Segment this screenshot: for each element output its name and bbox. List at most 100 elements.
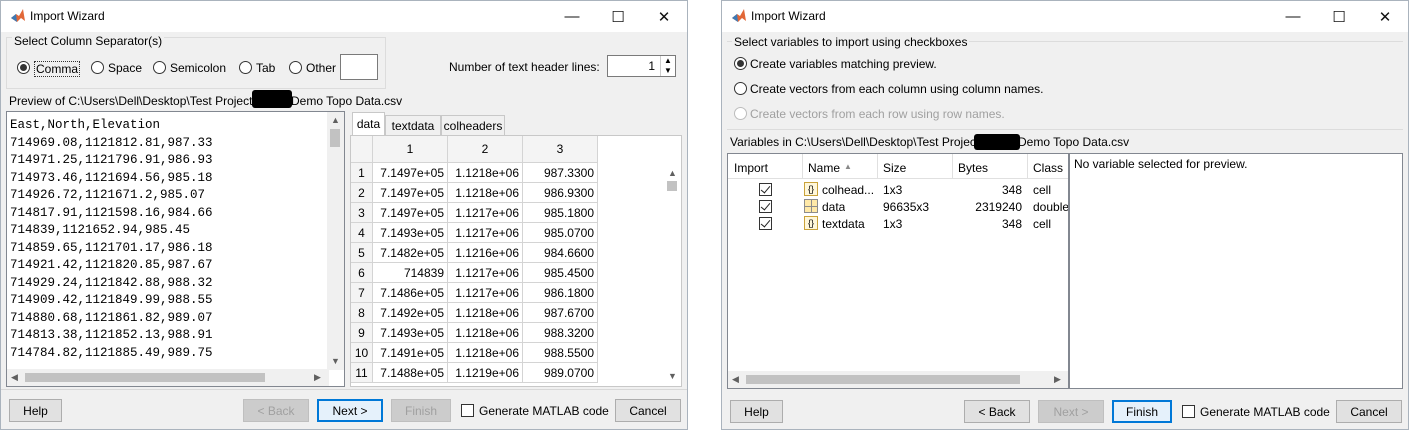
back-button[interactable]: < Back [964, 400, 1030, 423]
grid-row-header[interactable]: 3 [351, 203, 373, 223]
scroll-right-icon[interactable]: ▶ [314, 372, 321, 383]
grid-cell[interactable]: 986.1800 [523, 283, 598, 303]
col-bytes[interactable]: Bytes [958, 161, 988, 175]
scroll-left-icon[interactable]: ◀ [11, 372, 18, 383]
option-column-vectors[interactable]: Create vectors from each column using co… [732, 80, 1072, 98]
grid-cell[interactable]: 985.0700 [523, 223, 598, 243]
grid-row-header[interactable]: 8 [351, 303, 373, 323]
separator-other-option[interactable]: Other [288, 59, 340, 77]
grid-cell[interactable]: 1.1219e+06 [448, 363, 523, 383]
grid-cell[interactable]: 1.1218e+06 [448, 163, 523, 183]
import-checkbox[interactable] [759, 200, 772, 213]
space-radio[interactable] [91, 61, 104, 74]
col-name[interactable]: Name [808, 161, 840, 175]
grid-cell[interactable]: 1.1216e+06 [448, 243, 523, 263]
grid-cell[interactable]: 7.1486e+05 [373, 283, 448, 303]
title-bar[interactable]: Import Wizard — ☐ ✕ [1, 1, 687, 32]
grid-cell[interactable]: 1.1218e+06 [448, 303, 523, 323]
variable-row[interactable]: {} textdata 1x3 348 cell [728, 215, 1068, 232]
close-icon[interactable]: ✕ [1362, 1, 1408, 32]
tab-radio[interactable] [239, 61, 252, 74]
scroll-up-icon[interactable]: ▲ [331, 115, 340, 125]
variable-row[interactable]: data 96635x3 2319240 double [728, 198, 1068, 215]
grid-cell[interactable]: 989.0700 [523, 363, 598, 383]
back-button[interactable]: < Back [243, 399, 309, 422]
grid-column-header[interactable]: 3 [523, 136, 598, 163]
variables-horizontal-scrollbar[interactable]: ◀ ▶ [728, 371, 1068, 388]
col-import[interactable]: Import [734, 161, 768, 175]
col-size[interactable]: Size [883, 161, 906, 175]
grid-column-header[interactable]: 1 [373, 136, 448, 163]
grid-column-header[interactable]: 2 [448, 136, 523, 163]
grid-cell[interactable]: 1.1218e+06 [448, 343, 523, 363]
semicolon-radio[interactable] [153, 61, 166, 74]
option-matching-preview[interactable]: Create variables matching preview. [732, 55, 1032, 73]
grid-cell[interactable]: 1.1218e+06 [448, 323, 523, 343]
grid-row-header[interactable]: 1 [351, 163, 373, 183]
grid-cell[interactable]: 1.1217e+06 [448, 203, 523, 223]
grid-row-header[interactable]: 4 [351, 223, 373, 243]
minimize-icon[interactable]: — [1270, 1, 1316, 32]
maximize-icon[interactable]: ☐ [595, 1, 641, 32]
cancel-button[interactable]: Cancel [1336, 400, 1402, 423]
grid-cell[interactable]: 1.1218e+06 [448, 183, 523, 203]
grid-cell[interactable]: 985.1800 [523, 203, 598, 223]
title-bar[interactable]: Import Wizard — ☐ ✕ [722, 1, 1408, 32]
row-vectors-radio[interactable] [734, 107, 747, 120]
grid-cell[interactable]: 1.1217e+06 [448, 283, 523, 303]
next-button[interactable]: Next > [1038, 400, 1104, 423]
grid-row-header[interactable]: 9 [351, 323, 373, 343]
grid-cell[interactable]: 984.6600 [523, 243, 598, 263]
generate-code-option[interactable]: Generate MATLAB code [461, 402, 611, 420]
grid-cell[interactable]: 7.1493e+05 [373, 323, 448, 343]
other-radio[interactable] [289, 61, 302, 74]
help-button[interactable]: Help [9, 399, 62, 422]
generate-code-checkbox[interactable] [461, 404, 474, 417]
grid-row-header[interactable]: 11 [351, 363, 373, 383]
grid-row-header[interactable]: 10 [351, 343, 373, 363]
separator-space-option[interactable]: Space [90, 59, 150, 77]
import-checkbox[interactable] [759, 183, 772, 196]
header-lines-spinner[interactable]: 1 ▲ ▼ [607, 55, 676, 77]
generate-code-option[interactable]: Generate MATLAB code [1182, 403, 1332, 421]
other-separator-input[interactable] [340, 54, 378, 80]
matching-preview-radio[interactable] [734, 57, 747, 70]
cancel-button[interactable]: Cancel [615, 399, 681, 422]
grid-cell[interactable]: 7.1492e+05 [373, 303, 448, 323]
scroll-left-icon[interactable]: ◀ [732, 374, 739, 385]
grid-cell[interactable]: 1.1217e+06 [448, 263, 523, 283]
tab-data[interactable]: data [352, 112, 385, 135]
grid-cell[interactable]: 986.9300 [523, 183, 598, 203]
finish-button[interactable]: Finish [391, 399, 451, 422]
separator-tab-option[interactable]: Tab [238, 59, 284, 77]
grid-cell[interactable]: 7.1497e+05 [373, 163, 448, 183]
grid-cell[interactable]: 988.3200 [523, 323, 598, 343]
data-grid[interactable]: 1 2 3 1 7.1497e+05 1.1218e+06 987.3300 2 7.1497e… [350, 135, 682, 387]
grid-cell[interactable]: 714839 [373, 263, 448, 283]
h-scroll-thumb[interactable] [746, 375, 1020, 384]
help-button[interactable]: Help [730, 400, 783, 423]
next-button[interactable]: Next > [317, 399, 383, 422]
grid-cell[interactable]: 987.3300 [523, 163, 598, 183]
grid-row-header[interactable]: 2 [351, 183, 373, 203]
comma-radio[interactable] [17, 61, 30, 74]
spinner-down-icon[interactable]: ▼ [660, 66, 675, 76]
preview-horizontal-scrollbar[interactable]: ◀ ▶ [7, 369, 329, 386]
scroll-down-icon[interactable]: ▼ [331, 356, 340, 366]
grid-row-header[interactable]: 7 [351, 283, 373, 303]
tab-colheaders[interactable]: colheaders [441, 115, 505, 136]
grid-vertical-scrollbar[interactable]: ▲ ▼ [664, 136, 681, 386]
scroll-thumb[interactable] [330, 129, 340, 147]
column-vectors-radio[interactable] [734, 82, 747, 95]
h-scroll-thumb[interactable] [25, 373, 265, 382]
maximize-icon[interactable]: ☐ [1316, 1, 1362, 32]
grid-cell[interactable]: 1.1217e+06 [448, 223, 523, 243]
tab-textdata[interactable]: textdata [385, 115, 441, 136]
col-class[interactable]: Class [1033, 161, 1063, 175]
separator-semicolon-option[interactable]: Semicolon [152, 59, 232, 77]
text-preview-pane[interactable]: East,North,Elevation 714969.08,1121812.81… [6, 111, 345, 387]
variable-row[interactable]: {} colhead... 1x3 348 cell [728, 181, 1068, 198]
grid-cell[interactable]: 7.1493e+05 [373, 223, 448, 243]
grid-cell[interactable]: 987.6700 [523, 303, 598, 323]
option-row-vectors[interactable]: Create vectors from each row using row n… [732, 105, 1072, 123]
